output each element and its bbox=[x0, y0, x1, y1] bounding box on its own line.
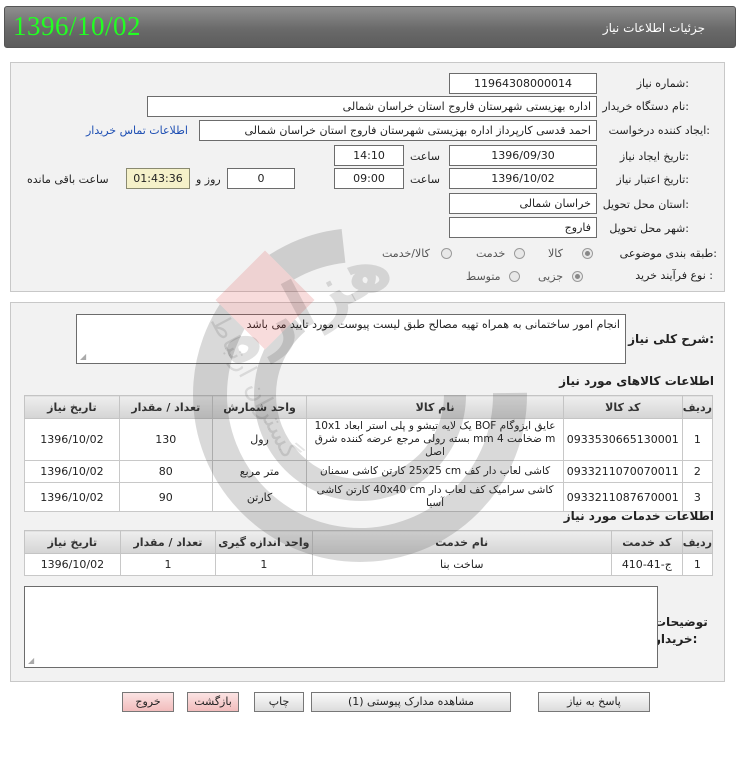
comments-label: توضیحات خریدار: bbox=[654, 615, 708, 646]
services-col-name: نام خدمت bbox=[311, 530, 612, 554]
goods-section-title: اطلاعات کالاهای مورد نیاز bbox=[559, 374, 714, 388]
table-row: 3 0933211087670001 کاشی سرامیک کف لعاب د… bbox=[24, 482, 714, 512]
need-number-label: شماره نیاز: bbox=[636, 77, 689, 90]
purchase-medium-radio[interactable] bbox=[509, 271, 520, 282]
services-col-unit: واحد اندازه گیری bbox=[215, 530, 313, 554]
created-time-field[interactable]: 14:10 bbox=[334, 145, 404, 166]
goods-col-row: ردیف bbox=[681, 395, 714, 419]
table-row: 1 ج-41-410 ساخت بنا 1 1 1396/10/02 bbox=[24, 553, 714, 576]
goods-cell-unit: رول bbox=[211, 418, 308, 461]
purchase-medium-label: متوسط bbox=[466, 270, 501, 283]
validity-time-label: ساعت bbox=[410, 173, 440, 186]
print-button[interactable]: چاپ bbox=[254, 692, 304, 712]
services-cell-name: ساخت بنا bbox=[311, 553, 612, 576]
goods-cell-qty: 80 bbox=[118, 460, 213, 483]
page-title: جزئیات اطلاعات نیاز bbox=[602, 21, 705, 35]
services-cell-date: 1396/10/02 bbox=[24, 553, 121, 576]
table-row: 1 0933530665130001 عایق ایزوگام BOF یک ل… bbox=[24, 418, 714, 461]
services-col-qty: تعداد / مقدار bbox=[119, 530, 217, 554]
created-time-label: ساعت bbox=[410, 150, 440, 163]
remaining-time-field: 01:43:36 bbox=[126, 168, 190, 189]
requester-label: ایجاد کننده درخواست: bbox=[608, 124, 710, 137]
buyer-org-field[interactable]: اداره بهزیستی شهرستان فاروج استان خراسان… bbox=[147, 96, 597, 117]
days-label: روز و bbox=[196, 173, 221, 186]
validity-date-field[interactable]: 1396/10/02 bbox=[449, 168, 597, 189]
created-date-field[interactable]: 1396/09/30 bbox=[449, 145, 597, 166]
purchase-type-label: نوع فرآیند خرید : bbox=[635, 269, 713, 282]
remaining-label: ساعت باقی مانده bbox=[27, 173, 109, 186]
remaining-days-field[interactable]: 0 bbox=[227, 168, 295, 189]
header-date: 1396/10/02 bbox=[13, 11, 142, 41]
need-number-field[interactable]: 11964308000014 bbox=[449, 73, 597, 94]
goods-cell-name: عایق ایزوگام BOF یک لایه تیشو و پلی استر… bbox=[306, 418, 564, 461]
category-service-label: خدمت bbox=[476, 247, 506, 260]
resize-handle-icon[interactable]: ◢ bbox=[80, 352, 86, 361]
requester-field[interactable]: احمد قدسی کارپرداز اداره بهزیستی شهرستان… bbox=[199, 120, 597, 141]
category-label: طبقه بندی موضوعی: bbox=[619, 247, 717, 260]
category-both-radio[interactable] bbox=[441, 248, 452, 259]
goods-col-qty: تعداد / مقدار bbox=[118, 395, 213, 419]
services-col-code: کد خدمت bbox=[610, 530, 683, 554]
goods-cell-qty: 130 bbox=[118, 418, 213, 461]
description-field[interactable]: انجام امور ساختمانی به همراه تهیه مصالح … bbox=[76, 314, 626, 364]
goods-cell-name: کاشی سرامیک کف لعاب دار 40x40 cm کارتن ک… bbox=[306, 482, 564, 512]
reply-button[interactable]: پاسخ به نیاز bbox=[538, 692, 650, 712]
goods-cell-qty: 90 bbox=[118, 482, 213, 512]
category-service-radio[interactable] bbox=[514, 248, 525, 259]
goods-cell-name: کاشی لعاب دار کف 25x25 cm کارتن کاشی سمن… bbox=[306, 460, 564, 483]
goods-table: ردیف کد کالا نام کالا واحد شمارش تعداد /… bbox=[24, 395, 714, 512]
goods-col-name: نام کالا bbox=[306, 395, 564, 419]
buyer-comments-field[interactable]: ◢ bbox=[24, 586, 658, 668]
description-label: شرح کلی نیاز: bbox=[628, 332, 714, 346]
services-col-row: ردیف bbox=[681, 530, 714, 554]
category-both-label: کالا/خدمت bbox=[382, 247, 430, 260]
goods-cell-code: 0933530665130001 bbox=[562, 418, 683, 461]
services-col-date: تاریخ نیاز bbox=[24, 530, 121, 554]
services-cell-code: ج-41-410 bbox=[610, 553, 683, 576]
goods-col-unit: واحد شمارش bbox=[211, 395, 308, 419]
validity-date-label: تاریخ اعتبار نیاز: bbox=[616, 173, 689, 186]
table-row: 2 0933211070070011 کاشی لعاب دار کف 25x2… bbox=[24, 460, 714, 483]
services-cell-unit: 1 bbox=[215, 553, 313, 576]
description-text: انجام امور ساختمانی به همراه تهیه مصالح … bbox=[246, 318, 620, 331]
services-section-title: اطلاعات خدمات مورد نیاز bbox=[563, 509, 714, 523]
goods-cell-row: 2 bbox=[681, 460, 714, 483]
goods-cell-code: 0933211087670001 bbox=[562, 482, 683, 512]
buyer-contact-link[interactable]: اطلاعات تماس خریدار bbox=[86, 124, 188, 137]
category-goods-label: کالا bbox=[548, 247, 563, 260]
services-header-row: ردیف کد خدمت نام خدمت واحد اندازه گیری ت… bbox=[24, 530, 714, 554]
goods-col-date: تاریخ نیاز bbox=[24, 395, 120, 419]
title-bar: 1396/10/02 جزئیات اطلاعات نیاز bbox=[4, 6, 736, 48]
city-field[interactable]: فاروج bbox=[449, 217, 597, 238]
services-cell-qty: 1 bbox=[119, 553, 217, 576]
exit-button[interactable]: خروج bbox=[122, 692, 174, 712]
goods-cell-code: 0933211070070011 bbox=[562, 460, 683, 483]
buyer-org-label: نام دستگاه خریدار: bbox=[602, 100, 689, 113]
goods-cell-date: 1396/10/02 bbox=[24, 460, 120, 483]
view-attachments-button[interactable]: مشاهده مدارک پیوستی (1) bbox=[311, 692, 511, 712]
city-label: شهر محل تحویل: bbox=[609, 222, 689, 235]
services-cell-row: 1 bbox=[681, 553, 714, 576]
created-date-label: تاریخ ایجاد نیاز: bbox=[619, 150, 689, 163]
goods-cell-unit: کارتن bbox=[211, 482, 308, 512]
province-field[interactable]: خراسان شمالی bbox=[449, 193, 597, 214]
province-label: استان محل تحویل: bbox=[602, 198, 689, 211]
back-button[interactable]: بازگشت bbox=[187, 692, 239, 712]
goods-cell-date: 1396/10/02 bbox=[24, 418, 120, 461]
goods-col-code: کد کالا bbox=[562, 395, 683, 419]
goods-cell-row: 1 bbox=[681, 418, 714, 461]
purchase-minor-label: جزیی bbox=[538, 270, 564, 283]
goods-cell-unit: متر مربع bbox=[211, 460, 308, 483]
category-goods-radio[interactable] bbox=[582, 248, 593, 259]
goods-cell-row: 3 bbox=[681, 482, 714, 512]
services-table: ردیف کد خدمت نام خدمت واحد اندازه گیری ت… bbox=[24, 530, 714, 576]
purchase-minor-radio[interactable] bbox=[572, 271, 583, 282]
validity-time-field[interactable]: 09:00 bbox=[334, 168, 404, 189]
goods-cell-date: 1396/10/02 bbox=[24, 482, 120, 512]
resize-handle-icon[interactable]: ◢ bbox=[28, 656, 34, 665]
goods-header-row: ردیف کد کالا نام کالا واحد شمارش تعداد /… bbox=[24, 395, 714, 419]
